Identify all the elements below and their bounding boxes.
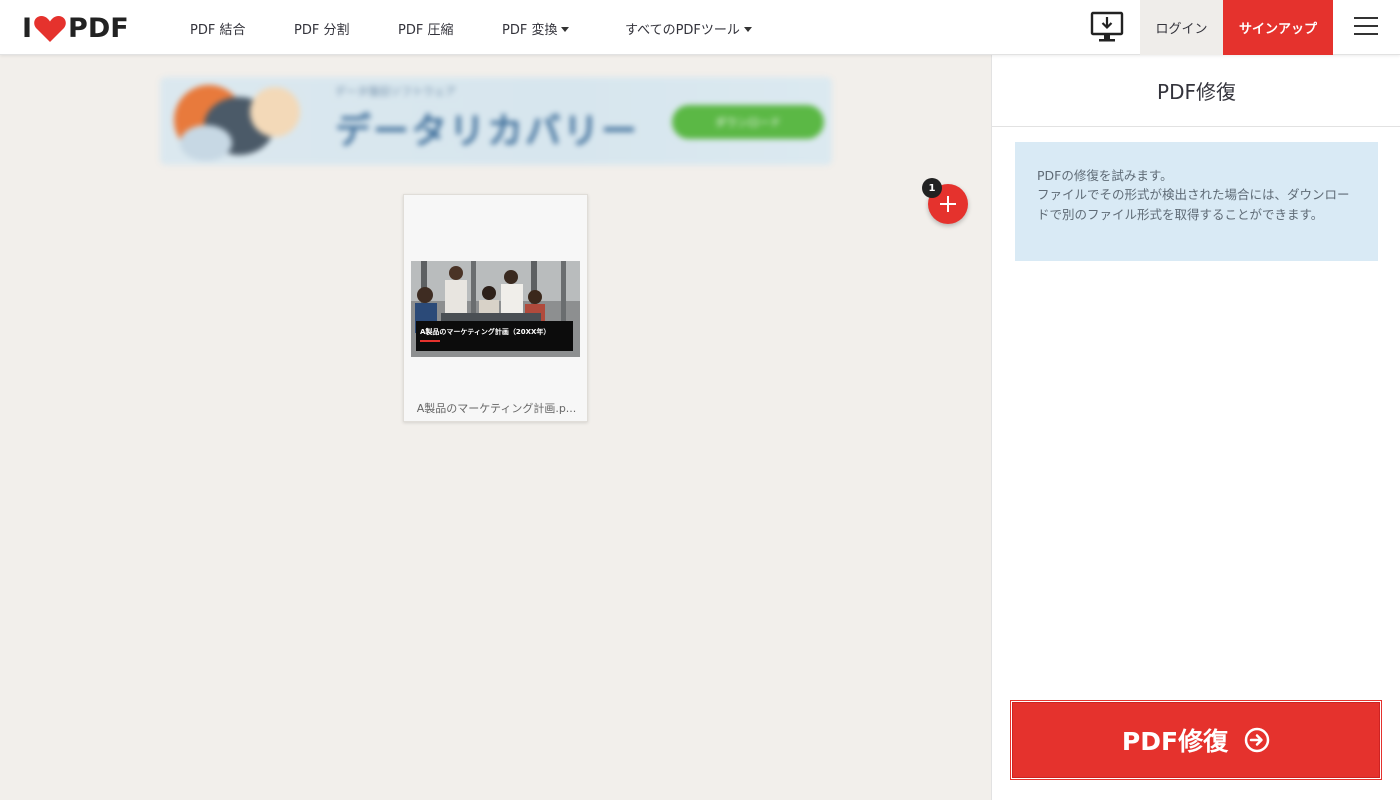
hamburger-line — [1354, 25, 1378, 27]
tool-sidebar: PDF修復 PDFの修復を試みます。 ファイルでその形式が検出された場合には、ダ… — [991, 55, 1400, 800]
hamburger-line — [1354, 17, 1378, 19]
nav-label: PDF 圧縮 — [398, 23, 454, 38]
file-count-badge: 1 — [922, 178, 942, 198]
repair-button-label: PDF修復 — [1121, 727, 1229, 756]
nav-all-pdf-tools[interactable]: すべてのPDFツール — [625, 19, 752, 38]
ad-graphic — [250, 87, 300, 137]
ad-graphic — [180, 125, 232, 161]
file-name: A製品のマーケティング計画.p... — [416, 402, 577, 415]
arrow-right-circle-icon — [1244, 727, 1270, 753]
ad-headline: データリカバリー — [335, 111, 640, 152]
ilovepdf-logo[interactable]: I PDF — [22, 13, 129, 44]
thumbnail-caption-bar: A製品のマーケティング計画（20XX年） — [416, 321, 573, 351]
workspace-area: データ復旧ソフトウェア データリカバリー ダウンロード 1 A製品のマーケティン… — [0, 55, 991, 800]
sidebar-title: PDF修復 — [992, 55, 1400, 127]
nav-label: PDF 変換 — [502, 23, 558, 38]
thumbnail-accent-line — [420, 340, 440, 342]
thumbnail-caption-text: A製品のマーケティング計画（20XX年） — [420, 328, 551, 336]
signup-button[interactable]: サインアップ — [1223, 0, 1333, 55]
caret-down-icon — [743, 27, 752, 32]
nav-merge-pdf[interactable]: PDF 結合 — [190, 19, 245, 38]
top-header: I PDF PDF 結合 PDF 分割 PDF 圧縮 PDF 変換 すべてのPD… — [0, 0, 1400, 55]
nav-label: PDF 分割 — [294, 23, 350, 38]
nav-label: PDF 結合 — [190, 23, 246, 38]
nav-compress-pdf[interactable]: PDF 圧縮 — [398, 19, 453, 38]
repair-pdf-button[interactable]: PDF修復 — [1010, 700, 1382, 780]
logo-text-right: PDF — [68, 13, 129, 44]
nav-split-pdf[interactable]: PDF 分割 — [294, 19, 349, 38]
signup-label: サインアップ — [1238, 22, 1317, 37]
login-label: ログイン — [1155, 22, 1208, 37]
caret-down-icon — [561, 27, 570, 32]
heart-logo-icon — [34, 15, 66, 42]
file-card[interactable]: A製品のマーケティング計画（20XX年） A製品のマーケティング計画.p... — [403, 194, 588, 422]
hamburger-line — [1354, 33, 1378, 35]
info-text-line: PDFの修復を試みます。 — [1037, 168, 1173, 183]
nav-convert-pdf[interactable]: PDF 変換 — [502, 19, 570, 38]
ad-subline: データ復旧ソフトウェア — [335, 85, 456, 98]
hamburger-menu-icon[interactable] — [1354, 17, 1378, 37]
info-text-line: ファイルでその形式が検出された場合には、ダウンロードで別のファイル形式を取得する… — [1037, 187, 1350, 222]
logo-text-left: I — [22, 13, 33, 44]
info-message-box: PDFの修復を試みます。 ファイルでその形式が検出された場合には、ダウンロードで… — [1015, 142, 1378, 261]
ad-cta-button[interactable]: ダウンロード — [672, 105, 824, 139]
advertisement-banner[interactable]: データ復旧ソフトウェア データリカバリー ダウンロード — [160, 77, 832, 165]
desktop-download-icon[interactable] — [1090, 10, 1124, 44]
nav-label: すべてのPDFツール — [625, 23, 740, 38]
login-button[interactable]: ログイン — [1140, 0, 1223, 55]
file-thumbnail: A製品のマーケティング計画（20XX年） — [411, 261, 580, 357]
